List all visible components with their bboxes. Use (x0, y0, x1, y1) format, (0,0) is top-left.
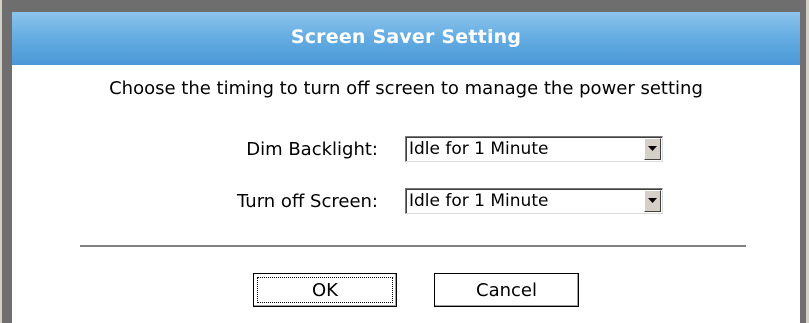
turn-off-screen-select[interactable]: Idle for 1 Minute (405, 188, 663, 214)
ok-button[interactable]: OK (253, 273, 397, 307)
dialog-titlebar: Screen Saver Setting (12, 12, 800, 65)
dim-backlight-label: Dim Backlight: (246, 139, 378, 160)
dim-backlight-value: Idle for 1 Minute (409, 139, 549, 159)
dim-backlight-row: Dim Backlight: Idle for 1 Minute (12, 136, 800, 164)
divider (80, 245, 746, 247)
focus-ring (257, 277, 393, 303)
turn-off-screen-row: Turn off Screen: Idle for 1 Minute (12, 188, 800, 216)
chevron-down-icon (648, 198, 657, 203)
chevron-down-icon (648, 146, 657, 151)
dim-backlight-dropdown-button[interactable] (644, 138, 661, 160)
dialog-title: Screen Saver Setting (290, 25, 522, 48)
instruction-text: Choose the timing to turn off screen to … (109, 78, 703, 99)
screen-saver-dialog: Screen Saver Setting Choose the timing t… (2, 0, 806, 323)
turn-off-screen-dropdown-button[interactable] (644, 190, 661, 212)
turn-off-screen-value: Idle for 1 Minute (409, 191, 549, 211)
cancel-button-label: Cancel (476, 279, 537, 301)
turn-off-screen-label: Turn off Screen: (237, 191, 378, 212)
cancel-button[interactable]: Cancel (434, 273, 579, 307)
dim-backlight-select[interactable]: Idle for 1 Minute (405, 136, 663, 162)
